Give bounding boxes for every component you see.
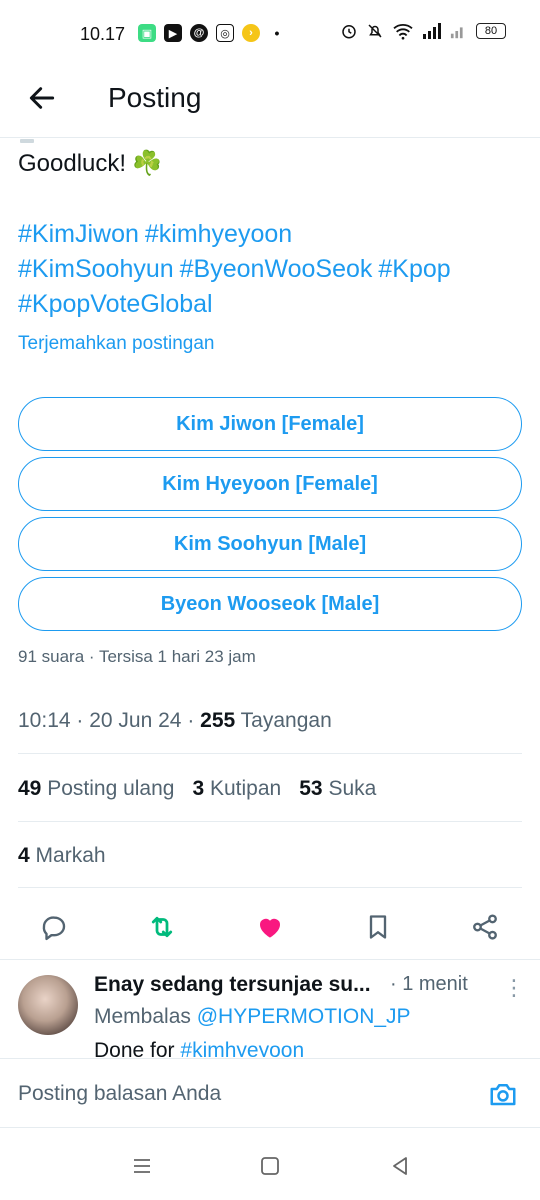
play-icon: › (242, 24, 260, 42)
likes-label: Suka (328, 777, 377, 800)
previous-content-edge (20, 139, 34, 143)
battery-indicator: 80 (476, 23, 506, 39)
poll-option[interactable]: Kim Hyeyoon [Female] (18, 457, 522, 511)
instagram-icon: ◎ (216, 24, 234, 42)
reply-text: Done for #kimhyeyoon (94, 1039, 304, 1057)
more-options-icon[interactable]: ⋮ (503, 975, 525, 1001)
like-button[interactable] (250, 907, 290, 947)
quotes-count: 3 (192, 777, 205, 800)
reply-author-name[interactable]: Enay sedang tersunjae su... (94, 973, 371, 997)
android-app-icon: ▣ (138, 24, 156, 42)
bookmark-button[interactable] (358, 907, 398, 947)
post-body-text: Goodluck! (18, 149, 127, 177)
status-time: 10.17 (80, 24, 126, 44)
hashtag-link[interactable]: #ByeonWooSeok (180, 255, 373, 283)
camera-icon[interactable] (488, 1079, 518, 1109)
reply-item[interactable]: Enay sedang tersunjae su... · 1 menit ⋮ … (0, 961, 540, 1057)
post-hashtags: #KimJiwon #kimhyeyoon #KimSoohyun #ByeonWo… (18, 217, 528, 322)
divider (18, 887, 522, 888)
reply-input[interactable] (18, 1079, 438, 1109)
bookmark-icon (369, 915, 387, 939)
reply-icon (42, 916, 66, 941)
signal-icon (423, 23, 441, 39)
translate-post-link[interactable]: Terjemahkan postingan (18, 333, 214, 355)
system-nav-bar (0, 1128, 540, 1200)
dot-icon: • (274, 25, 280, 41)
post-timestamp-line: 10:14 · 20 Jun 24 · 255 Tayangan (18, 709, 332, 732)
reply-time: · 1 menit (390, 973, 468, 995)
replying-to-line: Membalas @HYPERMOTION_JP (94, 1005, 411, 1029)
reposts-count: 49 (18, 777, 42, 800)
threads-icon: @ (190, 24, 208, 42)
hashtag-link[interactable]: #kimhyeyoon (180, 1039, 304, 1057)
recent-apps-icon[interactable] (130, 1154, 154, 1178)
share-icon (473, 914, 497, 940)
hashtag-link[interactable]: #KimSoohyun (18, 255, 174, 283)
wifi-icon (393, 24, 413, 40)
hashtag-link[interactable]: #Kpop (378, 255, 450, 283)
avatar[interactable] (18, 975, 78, 1035)
bookmarks-label: Markah (35, 844, 106, 867)
divider (18, 821, 522, 822)
quotes-label: Kutipan (210, 777, 282, 800)
heart-filled-icon (260, 918, 280, 938)
views-label: Tayangan (240, 709, 332, 732)
views-count: 255 (200, 709, 236, 732)
youtube-icon: ▶ (164, 24, 182, 42)
status-system-icons: 80 (340, 22, 506, 40)
shamrock-emoji-icon: ☘️ (132, 150, 162, 177)
reply-composer (0, 1058, 540, 1128)
hashtag-link[interactable]: #KimJiwon (18, 220, 139, 248)
poll-meta: 91 suara · Tersisa 1 hari 23 jam (18, 647, 256, 666)
reply-text-prefix: Done for (94, 1039, 175, 1057)
hashtag-link[interactable]: #kimhyeyoon (145, 220, 292, 248)
replying-prefix: Membalas (94, 1005, 191, 1028)
quotes-stat[interactable]: 3 Kutipan (192, 777, 281, 801)
mute-icon (368, 24, 382, 38)
page-title: Posting (108, 82, 202, 113)
reposts-stat[interactable]: 49 Posting ulang (18, 777, 174, 801)
poll-option[interactable]: Byeon Wooseok [Male] (18, 577, 522, 631)
back-nav-icon[interactable] (388, 1154, 412, 1178)
home-icon[interactable] (258, 1154, 282, 1178)
poll-option[interactable]: Kim Jiwon [Female] (18, 397, 522, 451)
bookmarks-stat[interactable]: 4 Markah (18, 844, 106, 868)
status-bar: 10.17 ▣ ▶ @ ◎ › • 80 (0, 0, 540, 68)
repost-icon (151, 916, 173, 938)
reposts-label: Posting ulang (47, 777, 175, 800)
post-date: 20 Jun 24 (89, 709, 182, 732)
post-time: 10:14 (18, 709, 71, 732)
post-actions-bar (0, 907, 540, 957)
status-app-icons: ▣ ▶ @ ◎ › • (138, 24, 286, 42)
back-arrow-icon[interactable] (26, 82, 58, 114)
likes-count: 53 (299, 777, 323, 800)
repost-button[interactable] (142, 907, 182, 947)
poll: Kim Jiwon [Female] Kim Hyeyoon [Female] … (18, 397, 522, 637)
alarm-icon (342, 25, 356, 39)
divider (0, 959, 540, 960)
hashtag-link[interactable]: #KpopVoteGlobal (18, 290, 213, 318)
engagement-stats: 49 Posting ulang 3 Kutipan 53 Suka (18, 777, 376, 801)
reply-button[interactable] (34, 907, 74, 947)
app-header: Posting (0, 68, 540, 138)
signal-secondary-icon (450, 27, 463, 39)
poll-option[interactable]: Kim Soohyun [Male] (18, 517, 522, 571)
share-button[interactable] (465, 907, 505, 947)
post-body: Goodluck! ☘️ (18, 149, 162, 178)
replying-to-handle[interactable]: @HYPERMOTION_JP (197, 1005, 411, 1028)
bookmarks-count: 4 (18, 844, 30, 867)
likes-stat[interactable]: 53 Suka (299, 777, 376, 801)
divider (18, 753, 522, 754)
